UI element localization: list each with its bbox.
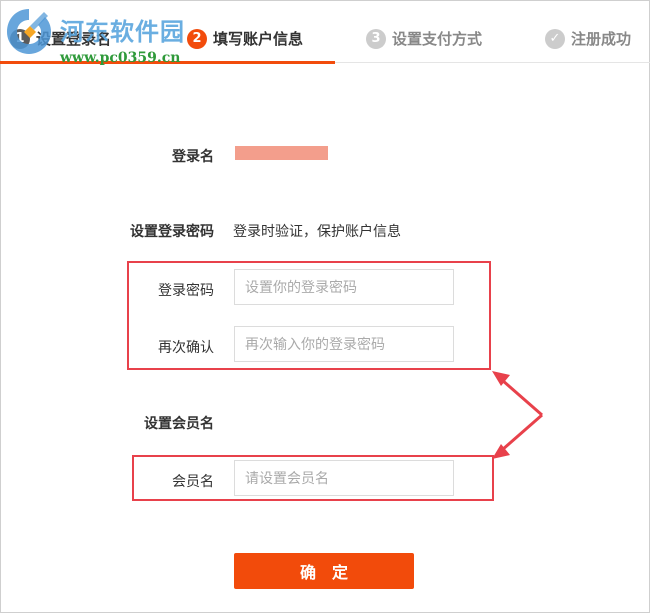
member-section-title: 设置会员名	[144, 416, 214, 432]
step-progress-bar: 1 设置登录名 2 填写账户信息 3 设置支付方式 ✓ 注册成功	[0, 20, 650, 64]
password-section-title: 设置登录密码	[130, 224, 214, 240]
step-fill-account-info: 2 填写账户信息	[187, 28, 303, 49]
member-highlight-box	[132, 455, 494, 501]
step-set-payment: 3 设置支付方式	[366, 28, 482, 49]
confirm-button[interactable]: 确定	[234, 553, 414, 589]
step-label: 注册成功	[571, 30, 632, 48]
step-number-badge: 3	[366, 28, 386, 49]
step-label: 填写账户信息	[213, 30, 304, 48]
step-register-success: ✓ 注册成功	[545, 28, 631, 49]
step-number-badge: 2	[187, 28, 207, 49]
step-progress-indicator	[0, 61, 335, 64]
check-icon: ✓	[545, 28, 565, 49]
step-number-badge: 1	[10, 28, 30, 49]
step-label: 设置登录名	[36, 30, 112, 48]
password-highlight-box	[127, 261, 491, 370]
username-label: 登录名	[172, 149, 214, 165]
step-set-login-name: 1 设置登录名	[10, 28, 111, 49]
redacted-username	[235, 146, 328, 160]
annotation-arrows-icon	[492, 371, 543, 459]
password-hint-text: 登录时验证，保护账户信息	[233, 224, 401, 240]
step-label: 设置支付方式	[392, 30, 483, 48]
